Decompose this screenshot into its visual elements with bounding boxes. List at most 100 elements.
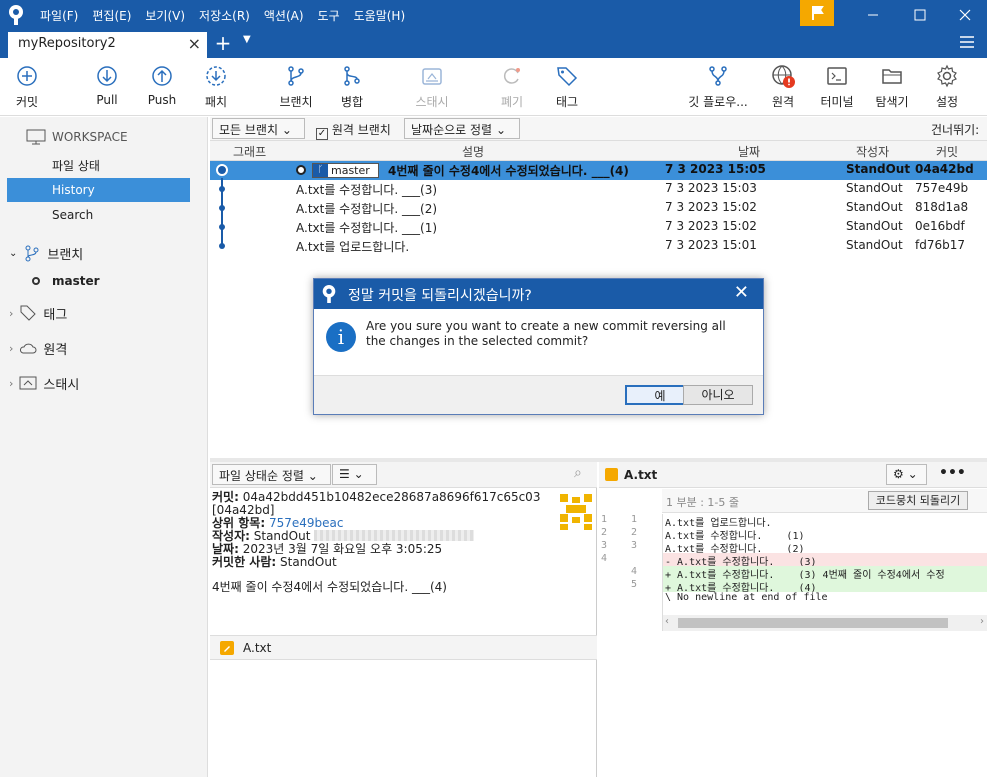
toolbar: 커밋 Pull Push 패치 브랜치 병합 스태시 폐기 태그 깃 플로우..…	[0, 58, 987, 116]
minimize-button[interactable]	[850, 0, 896, 30]
merge-button[interactable]: 병합	[322, 64, 382, 112]
explorer-button[interactable]: 탐색기	[862, 64, 922, 112]
menu-file[interactable]: 파일(F)	[40, 7, 78, 24]
sidebar-item-history[interactable]: History	[7, 178, 190, 202]
scroll-right-icon[interactable]: ›	[980, 616, 984, 627]
repository-tab-label: myRepository2	[18, 36, 116, 51]
menu-view[interactable]: 보기(V)	[145, 7, 185, 24]
menu-repository[interactable]: 저장소(R)	[199, 7, 250, 24]
revert-hunk-button[interactable]: 코드뭉치 되돌리기	[868, 491, 968, 510]
menu-edit[interactable]: 편집(E)	[92, 7, 131, 24]
tag-button[interactable]: 태그	[537, 64, 597, 112]
commit-row[interactable]: A.txt를 수정합니다. ___(2) 7 3 2023 15:02 Stan…	[210, 199, 987, 218]
patch-button[interactable]: 패치	[186, 64, 246, 112]
remote-button[interactable]: 원격	[753, 64, 813, 112]
git-flow-button[interactable]: 깃 플로우...	[688, 64, 748, 112]
title-bar: 파일(F) 편집(E) 보기(V) 저장소(R) 액션(A) 도구 도움말(H)	[0, 0, 987, 30]
commit-row[interactable]: ᚴ master 4번째 줄이 수정4에서 수정되었습니다. ___(4) 7 …	[210, 161, 987, 180]
commit-row[interactable]: A.txt를 수정합니다. ___(1) 7 3 2023 15:02 Stan…	[210, 218, 987, 237]
chevron-down-icon: ⌄	[9, 247, 18, 259]
graph-node-icon	[219, 186, 225, 192]
cloud-icon	[20, 343, 37, 354]
scrollbar-thumb[interactable]	[678, 618, 948, 628]
remote-branches-checkbox[interactable]: ✓ 원격 브랜치	[316, 121, 391, 140]
changed-file-row[interactable]: A.txt	[210, 635, 597, 660]
file-status-sort-dropdown[interactable]: 파일 상태순 정렬 ⌄	[212, 464, 331, 485]
search-icon[interactable]: ⌕	[574, 465, 582, 481]
commit-button[interactable]: 커밋	[0, 64, 57, 112]
file-modified-icon	[605, 468, 618, 481]
chevron-right-icon: ›	[9, 376, 14, 390]
patch-icon	[206, 66, 226, 86]
terminal-icon	[827, 67, 847, 85]
branch-icon	[288, 66, 304, 86]
notification-flag-button[interactable]	[800, 0, 834, 26]
branch-button[interactable]: 브랜치	[266, 64, 326, 112]
horizontal-scrollbar[interactable]: ‹ ›	[662, 615, 987, 631]
chevron-down-icon: ⌄	[307, 469, 318, 483]
author-avatar	[557, 492, 595, 532]
pull-button[interactable]: Pull	[77, 64, 137, 112]
sort-dropdown[interactable]: 날짜순으로 정렬 ⌄	[404, 118, 520, 139]
maximize-button[interactable]	[897, 0, 943, 30]
sidebar-branch-master[interactable]: master	[0, 269, 208, 293]
file-modified-icon	[220, 641, 234, 655]
commit-row[interactable]: A.txt를 업로드합니다. 7 3 2023 15:01 StandOut f…	[210, 237, 987, 256]
stash-button[interactable]: 스태시	[402, 64, 462, 112]
hamburger-menu-icon[interactable]	[958, 33, 978, 53]
branch-filter-dropdown[interactable]: 모든 브랜치 ⌄	[212, 118, 305, 139]
sidebar-item-file-status[interactable]: 파일 상태	[0, 153, 208, 177]
tag-icon	[557, 67, 578, 87]
checkbox-checked-icon: ✓	[316, 128, 328, 140]
repository-tab-bar: myRepository2 × + ▼	[0, 30, 987, 58]
dialog-button-bar: 예 아니오	[314, 375, 763, 414]
close-window-button[interactable]	[942, 0, 987, 30]
close-icon[interactable]: ✕	[734, 282, 749, 303]
diff-content: 11 A.txt를 업로드합니다. 22 A.txt를 수정합니다. ___(1…	[599, 514, 987, 614]
folder-icon	[882, 69, 902, 84]
column-graph[interactable]: 그래프	[233, 143, 266, 160]
menu-tools[interactable]: 도구	[318, 7, 340, 24]
diff-options-dropdown[interactable]: ⚙ ⌄	[886, 464, 927, 485]
tab-list-chevron-icon[interactable]: ▼	[243, 34, 251, 45]
terminal-button[interactable]: 터미널	[807, 64, 867, 112]
sidebar-stashes-header[interactable]: › 스태시	[0, 371, 208, 395]
sidebar-remotes-header[interactable]: › 원격	[0, 336, 208, 360]
sidebar-tags-header[interactable]: › 태그	[0, 301, 208, 325]
graph-node-icon	[219, 224, 225, 230]
branch-label-master: ᚴ master	[312, 163, 379, 178]
list-icon: ☰	[339, 467, 350, 481]
info-icon: i	[326, 322, 356, 352]
column-description[interactable]: 설명	[462, 143, 484, 160]
more-options-icon[interactable]: •••	[939, 465, 966, 481]
view-mode-dropdown[interactable]: ☰ ⌄	[332, 464, 377, 485]
sidebar-branches-header[interactable]: ⌄ 브랜치	[0, 241, 208, 265]
sidebar: WORKSPACE 파일 상태 History Search ⌄ 브랜치 mas…	[0, 117, 208, 777]
discard-button[interactable]: 폐기	[482, 64, 542, 112]
push-button[interactable]: Push	[132, 64, 192, 112]
history-filter-bar: 모든 브랜치 ⌄ ✓ 원격 브랜치 날짜순으로 정렬 ⌄ 건너뛰기:	[210, 117, 987, 141]
chevron-down-icon: ⌄	[353, 467, 364, 481]
chevron-down-icon: ⌄	[907, 467, 918, 481]
column-commit[interactable]: 커밋	[936, 143, 958, 160]
column-date[interactable]: 날짜	[738, 143, 760, 160]
sourcetree-logo-icon	[322, 285, 336, 303]
parent-commit-link[interactable]: 757e49beac	[269, 516, 344, 530]
sidebar-item-search[interactable]: Search	[0, 203, 208, 227]
menu-actions[interactable]: 액션(A)	[264, 7, 304, 24]
commit-row[interactable]: A.txt를 수정합니다. ___(3) 7 3 2023 15:03 Stan…	[210, 180, 987, 199]
scroll-left-icon[interactable]: ‹	[665, 616, 669, 627]
menu-help[interactable]: 도움말(H)	[354, 7, 406, 24]
head-indicator-icon	[296, 165, 306, 175]
branch-icon	[25, 245, 39, 262]
settings-button[interactable]: 설정	[917, 64, 977, 112]
no-button[interactable]: 아니오	[683, 385, 753, 405]
discard-icon	[503, 68, 520, 84]
repository-tab[interactable]: myRepository2 ×	[8, 32, 207, 58]
stash-icon	[422, 68, 442, 85]
sourcetree-logo-icon	[9, 5, 23, 25]
column-author[interactable]: 작성자	[856, 143, 889, 160]
close-tab-icon[interactable]: ×	[188, 34, 201, 53]
new-tab-button[interactable]: +	[212, 30, 234, 56]
plus-circle-icon	[17, 66, 37, 86]
